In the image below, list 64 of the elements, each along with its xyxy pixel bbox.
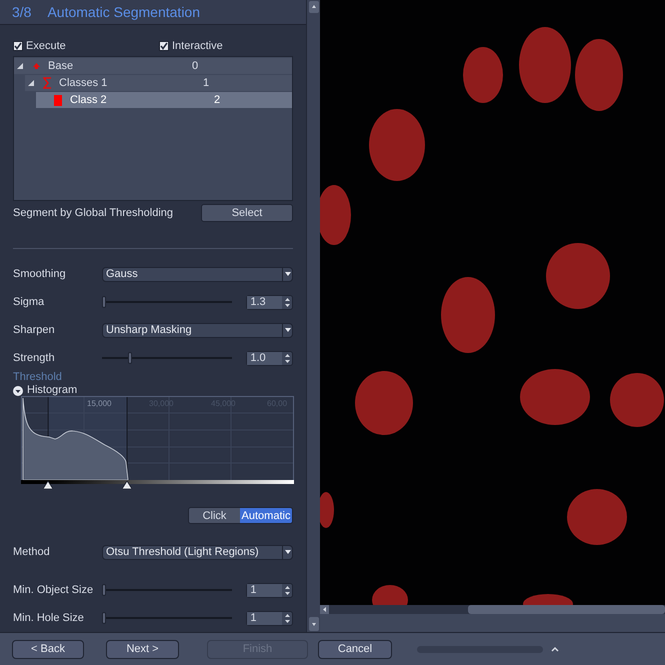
slider-thumb[interactable]: [102, 296, 106, 308]
scrollbar-thumb[interactable]: [468, 605, 665, 614]
tree-value: 0: [192, 58, 200, 74]
tree-label: Base: [47, 58, 74, 74]
footer-button[interactable]: Cancel: [318, 640, 392, 658]
horizontal-scrollbar[interactable]: [320, 605, 665, 614]
spinner-arrows-icon: [282, 614, 292, 622]
mode-tab[interactable]: Click: [189, 508, 240, 523]
slider[interactable]: [102, 296, 232, 308]
setting-label: Strength: [13, 350, 56, 366]
footer-button[interactable]: Next >: [106, 640, 179, 658]
checkbox[interactable]: [159, 41, 169, 51]
slider[interactable]: [102, 612, 232, 624]
select-button[interactable]: Select: [201, 204, 293, 222]
number-field[interactable]: 1: [246, 582, 293, 598]
tree-row[interactable]: Classes 1 1: [25, 75, 292, 91]
dropdown[interactable]: Unsharp Masking: [102, 322, 293, 338]
number-field[interactable]: 1: [246, 610, 293, 626]
tree-row[interactable]: Class 2 2: [36, 92, 292, 108]
sigma-icon: [42, 77, 52, 89]
dropdown-arrow-icon: [282, 268, 292, 280]
setting-label: Min. Hole Size: [13, 610, 85, 626]
slider-thumb[interactable]: [128, 352, 132, 364]
tree-value: 1: [203, 76, 210, 91]
histogram-toggle[interactable]: Histogram: [13, 384, 293, 397]
panel-title: Automatic Segmentation: [47, 2, 200, 22]
spinner-arrows-icon: [282, 586, 292, 594]
dropdown-arrow-icon: [282, 324, 292, 336]
tree-value: 2: [214, 92, 222, 108]
tree-label: Classes 1: [58, 76, 108, 91]
checkbox[interactable]: [13, 41, 23, 51]
dropdown[interactable]: Gauss: [102, 266, 293, 282]
checkbox-label[interactable]: Interactive: [172, 38, 223, 54]
scroll-left-icon[interactable]: [320, 605, 329, 614]
dropdown-arrow-icon: [282, 546, 292, 558]
checkbox-label[interactable]: Execute: [26, 38, 66, 54]
tree-label: Class 2: [69, 92, 108, 108]
slider-thumb[interactable]: [102, 584, 106, 596]
setting-label: Smoothing: [13, 266, 67, 282]
section-heading: Threshold: [13, 371, 63, 384]
scroll-down-icon[interactable]: [308, 617, 318, 631]
axis-tick-label: 15,000: [87, 398, 112, 410]
setting-label: Min. Object Size: [13, 582, 94, 598]
vertical-scrollbar[interactable]: [306, 0, 320, 632]
setting-label: Sharpen: [13, 322, 56, 338]
spinner-arrows-icon: [282, 354, 292, 362]
step-counter: 3/8: [12, 2, 32, 22]
mode-tab[interactable]: Automatic: [240, 508, 292, 523]
tree-row[interactable]: Base 0: [14, 58, 292, 74]
slider[interactable]: [102, 584, 232, 596]
scroll-up-icon[interactable]: [308, 1, 318, 13]
number-field[interactable]: 1.0: [246, 350, 293, 366]
spinner-arrows-icon: [282, 298, 292, 306]
slider-thumb[interactable]: [102, 612, 106, 624]
slider[interactable]: [102, 352, 232, 364]
caret-up-icon[interactable]: [551, 646, 559, 652]
threshold-range-bar[interactable]: [21, 480, 294, 484]
footer-button[interactable]: < Back: [12, 640, 84, 658]
segment-label: Segment by Global Thresholding: [13, 206, 174, 221]
dropdown[interactable]: Otsu Threshold (Light Regions): [102, 544, 293, 560]
setting-label: Method: [13, 544, 51, 560]
setting-label: Sigma: [13, 294, 46, 310]
arrow-up-icon: [31, 62, 41, 70]
number-field[interactable]: 1.3: [246, 294, 293, 310]
